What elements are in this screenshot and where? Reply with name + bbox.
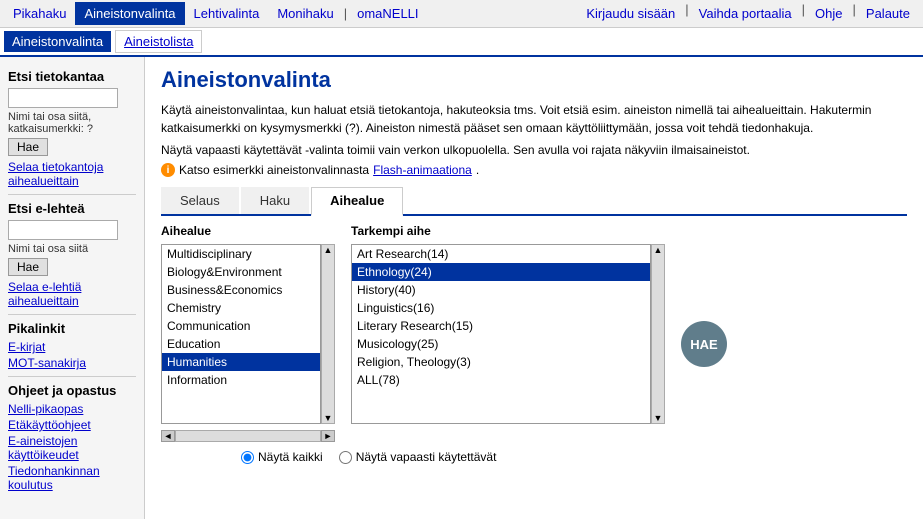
sidebar-link-koulutus[interactable]: Tiedonhankinnan koulutus	[8, 464, 136, 492]
aihealue-scroll-down[interactable]: ▼	[322, 413, 334, 423]
tarkempi-listbox[interactable]: Art Research(14)Ethnology(24)History(40)…	[351, 244, 651, 424]
journal-search-button[interactable]: Hae	[8, 258, 48, 276]
aihealue-item[interactable]: Biology&Environment	[162, 263, 320, 281]
radio-nayta-kaikki[interactable]: Näytä kaikki	[241, 450, 323, 464]
aihealue-scrollbar[interactable]: ▲ ▼	[321, 244, 335, 424]
info-icon: i	[161, 163, 175, 177]
radio-vapaasti-label: Näytä vapaasti käytettävät	[356, 450, 497, 464]
tarkempi-scroll-up[interactable]: ▲	[652, 245, 664, 255]
nav-tab-monihaku[interactable]: Monihaku	[268, 2, 342, 25]
sidebar: Etsi tietokantaa Nimi tai osa siitä, kat…	[0, 57, 145, 519]
aihealue-hscroll[interactable]: ◄ ►	[161, 430, 335, 442]
aihealue-item[interactable]: Business&Economics	[162, 281, 320, 299]
links-title: Pikalinkit	[8, 321, 136, 336]
tarkempi-column: Tarkempi aihe Art Research(14)Ethnology(…	[351, 224, 665, 442]
tarkempi-item[interactable]: Linguistics(16)	[352, 299, 650, 317]
aihealue-listbox[interactable]: MultidisciplinaryBiology&EnvironmentBusi…	[161, 244, 321, 424]
content-tabs: Selaus Haku Aihealue	[161, 187, 907, 216]
page-layout: Etsi tietokantaa Nimi tai osa siitä, kat…	[0, 57, 923, 519]
sidebar-link-ekirjat[interactable]: E-kirjat	[8, 340, 136, 354]
nav-tab-aineistonvalinta[interactable]: Aineistonvalinta	[75, 2, 184, 25]
sidebar-link-mot[interactable]: MOT-sanakirja	[8, 356, 136, 370]
tarkempi-item[interactable]: History(40)	[352, 281, 650, 299]
sidebar-link-kayttooikeudet[interactable]: E-aineistojen käyttöikeudet	[8, 434, 136, 462]
help-title: Ohjeet ja opastus	[8, 383, 136, 398]
sub-navigation: Aineistonvalinta Aineistolista	[0, 28, 923, 57]
nav-tab-lehtivalinta[interactable]: Lehtivalinta	[185, 2, 269, 25]
tarkempi-item[interactable]: Art Research(14)	[352, 245, 650, 263]
aihealue-search-area: Aihealue MultidisciplinaryBiology&Enviro…	[161, 224, 907, 442]
journal-browse-link[interactable]: Selaa e-lehtiä aihealueittain	[8, 280, 136, 308]
tab-selaus[interactable]: Selaus	[161, 187, 239, 214]
nav-link-ohje[interactable]: Ohje	[806, 2, 851, 25]
top-navigation: Pikahaku Aineistonvalinta Lehtivalinta M…	[0, 0, 923, 28]
nav-tab-oranelli[interactable]: omaNELLI	[348, 2, 427, 25]
tarkempi-scroll-down[interactable]: ▼	[652, 413, 664, 423]
aihealue-label: Aihealue	[161, 224, 335, 238]
aihealue-item[interactable]: Chemistry	[162, 299, 320, 317]
nav-link-kirjaudu[interactable]: Kirjaudu sisään	[577, 2, 684, 25]
nav-right-links: Kirjaudu sisään | Vaihda portaalia | Ohj…	[577, 2, 919, 25]
sub-tab-aineistolista[interactable]: Aineistolista	[115, 30, 202, 53]
tarkempi-item[interactable]: Literary Research(15)	[352, 317, 650, 335]
hae-button[interactable]: HAE	[681, 321, 727, 367]
aihealue-hscroll-right[interactable]: ►	[321, 430, 335, 442]
radio-row: Näytä kaikki Näytä vapaasti käytettävät	[241, 450, 907, 464]
journal-desc: Nimi tai osa siitä	[8, 243, 136, 255]
sub-tab-aineistonvalinta[interactable]: Aineistonvalinta	[4, 31, 111, 52]
tarkempi-scrollbar[interactable]: ▲ ▼	[651, 244, 665, 424]
intro-text-2: Näytä vapaasti käytettävät -valinta toim…	[161, 141, 907, 159]
aihealue-item[interactable]: Humanities	[162, 353, 320, 371]
db-desc: Nimi tai osa siitä, katkaisumerkki: ?	[8, 111, 136, 135]
tarkempi-listbox-container: Art Research(14)Ethnology(24)History(40)…	[351, 244, 665, 424]
aihealue-item[interactable]: Communication	[162, 317, 320, 335]
intro-text-1: Käytä aineistonvalintaa, kun haluat etsi…	[161, 101, 907, 137]
nav-link-palaute[interactable]: Palaute	[857, 2, 919, 25]
db-browse-link[interactable]: Selaa tietokantoja aihealueittain	[8, 160, 136, 188]
aihealue-hscroll-track[interactable]	[175, 430, 321, 442]
radio-nayta-vapaasti[interactable]: Näytä vapaasti käytettävät	[339, 450, 497, 464]
aihealue-listbox-container: MultidisciplinaryBiology&EnvironmentBusi…	[161, 244, 335, 424]
db-search-input[interactable]	[8, 88, 118, 108]
sidebar-divider-2	[8, 314, 136, 315]
tab-aihealue[interactable]: Aihealue	[311, 187, 403, 216]
sidebar-link-pikaopas[interactable]: Nelli-pikaopas	[8, 402, 136, 416]
radio-kaikki-input[interactable]	[241, 451, 254, 464]
nav-tab-pikahaku[interactable]: Pikahaku	[4, 2, 75, 25]
radio-kaikki-label: Näytä kaikki	[258, 450, 323, 464]
aihealue-hscroll-left[interactable]: ◄	[161, 430, 175, 442]
main-content: Aineistonvalinta Käytä aineistonvalintaa…	[145, 57, 923, 519]
journal-search-input[interactable]	[8, 220, 118, 240]
sidebar-link-etakaytto[interactable]: Etäkäyttöohjeet	[8, 418, 136, 432]
aihealue-item[interactable]: Education	[162, 335, 320, 353]
tarkempi-label: Tarkempi aihe	[351, 224, 665, 238]
db-section-title: Etsi tietokantaa	[8, 69, 136, 84]
aihealue-item[interactable]: Multidisciplinary	[162, 245, 320, 263]
nav-link-vaihda[interactable]: Vaihda portaalia	[690, 2, 801, 25]
tarkempi-item[interactable]: ALL(78)	[352, 371, 650, 389]
aihealue-scroll-up[interactable]: ▲	[322, 245, 334, 255]
db-search-button[interactable]: Hae	[8, 138, 48, 156]
tarkempi-item[interactable]: Musicology(25)	[352, 335, 650, 353]
tab-haku[interactable]: Haku	[241, 187, 309, 214]
tarkempi-item[interactable]: Ethnology(24)	[352, 263, 650, 281]
flash-text: Katso esimerkki aineistonvalinnasta	[179, 163, 369, 177]
journal-section-title: Etsi e-lehteä	[8, 201, 136, 216]
aihealue-column: Aihealue MultidisciplinaryBiology&Enviro…	[161, 224, 335, 442]
radio-vapaasti-input[interactable]	[339, 451, 352, 464]
page-title: Aineistonvalinta	[161, 67, 907, 93]
flash-animation-link[interactable]: Flash-animaationa	[373, 163, 472, 177]
sidebar-divider-1	[8, 194, 136, 195]
aihealue-item[interactable]: Information	[162, 371, 320, 389]
sidebar-divider-3	[8, 376, 136, 377]
flash-info-row: i Katso esimerkki aineistonvalinnasta Fl…	[161, 163, 907, 177]
tarkempi-item[interactable]: Religion, Theology(3)	[352, 353, 650, 371]
